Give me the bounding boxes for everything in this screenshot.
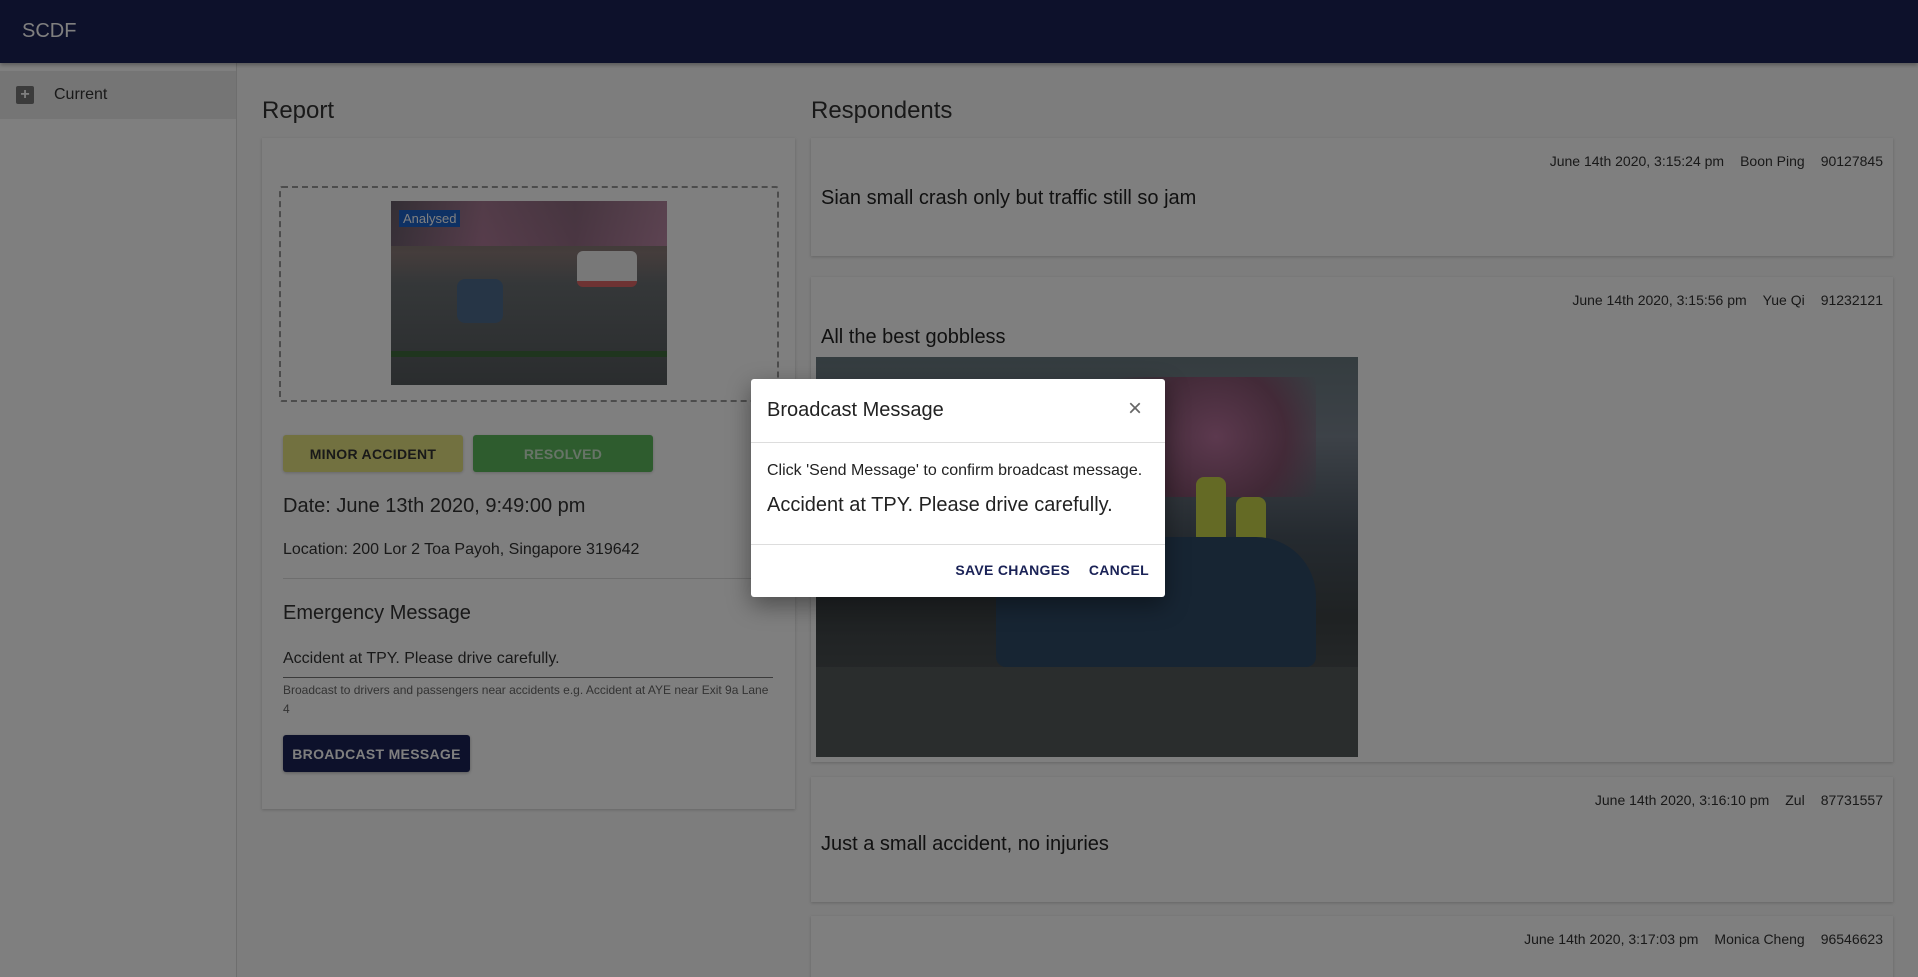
dialog-title: Broadcast Message [767,399,944,421]
dialog-message: Accident at TPY. Please drive carefully. [767,494,1113,516]
close-icon[interactable]: × [1123,397,1147,421]
save-changes-button[interactable]: SAVE CHANGES [955,562,1070,578]
divider [751,442,1165,443]
broadcast-dialog: Broadcast Message × Click 'Send Message'… [751,379,1165,597]
dialog-subtitle: Click 'Send Message' to confirm broadcas… [767,462,1143,479]
divider [751,544,1165,545]
cancel-button[interactable]: CANCEL [1089,562,1149,578]
